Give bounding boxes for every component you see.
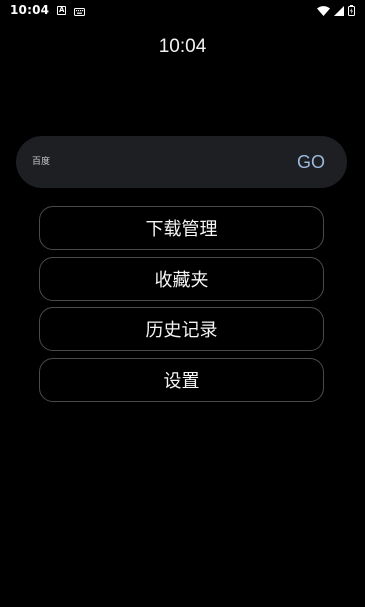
downloads-button[interactable]: 下载管理 — [39, 206, 324, 250]
search-bar: GO — [16, 136, 347, 188]
a-box-icon: A — [57, 5, 67, 15]
home-menu: 下载管理 收藏夹 历史记录 设置 — [39, 206, 324, 408]
history-button[interactable]: 历史记录 — [39, 307, 324, 351]
status-bar: 10:04 A — [0, 0, 365, 20]
settings-button[interactable]: 设置 — [39, 357, 324, 402]
clock-display: 10:04 — [158, 36, 207, 57]
signal-icon — [334, 1, 344, 20]
go-button[interactable]: GO — [283, 136, 347, 188]
browser-home-screen: 10:04 A 10:04 百度 GO 下载管理 收藏夹 历史记录 设置 — [0, 0, 365, 607]
search-input[interactable] — [16, 136, 283, 188]
keyboard-icon — [74, 1, 86, 20]
status-left: 10:04 A — [10, 1, 86, 20]
battery-icon — [348, 1, 355, 20]
favorites-button[interactable]: 收藏夹 — [39, 256, 324, 301]
wifi-icon — [317, 1, 330, 20]
status-time: 10:04 — [10, 3, 50, 17]
status-right — [317, 1, 355, 20]
